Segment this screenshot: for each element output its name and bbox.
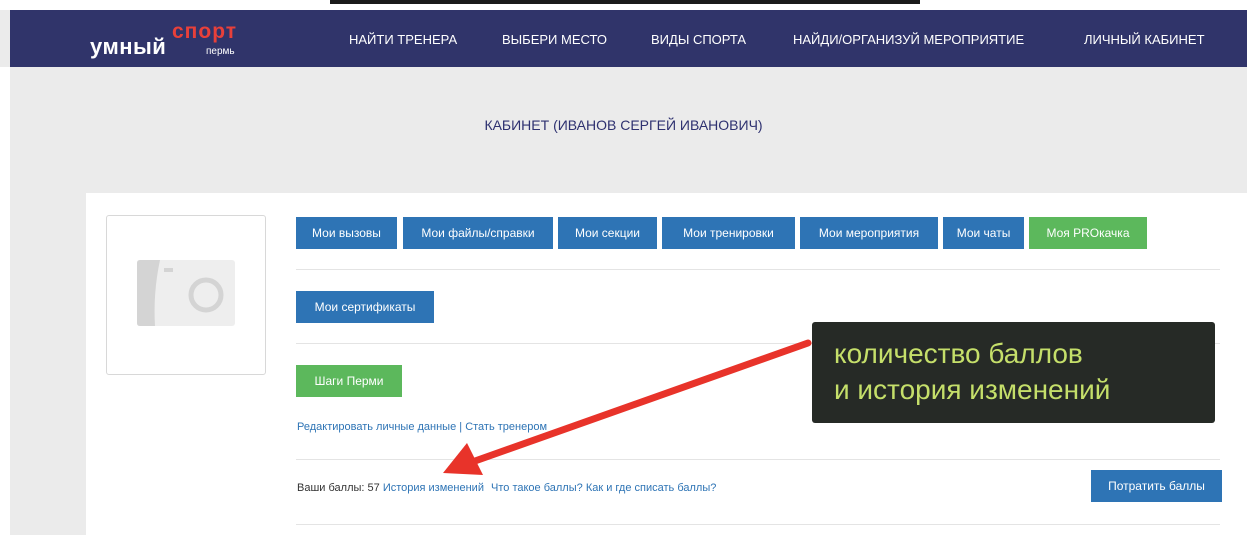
points-history-link[interactable]: История изменений: [383, 482, 484, 494]
tab-my-events[interactable]: Мои мероприятия: [800, 217, 938, 249]
tab-my-files[interactable]: Мои файлы/справки: [403, 217, 553, 249]
edit-personal-data-link[interactable]: Редактировать личные данные: [297, 421, 456, 433]
divider: [296, 524, 1220, 525]
nav-sports[interactable]: ВИДЫ СПОРТА: [651, 32, 746, 47]
annotation-callout: количество баллов и история изменений: [812, 322, 1215, 423]
tab-my-trainings[interactable]: Мои тренировки: [662, 217, 795, 249]
page-title: КАБИНЕТ (ИВАНОВ СЕРГЕЙ ИВАНОВИЧ): [484, 117, 763, 133]
how-to-spend-points-link[interactable]: Как и где списать баллы?: [586, 482, 717, 494]
callout-line-1: количество баллов: [834, 338, 1083, 369]
spend-points-button[interactable]: Потратить баллы: [1091, 470, 1222, 502]
divider: [296, 459, 1220, 460]
steps-of-perm-button[interactable]: Шаги Перми: [296, 365, 402, 397]
tab-my-chats[interactable]: Мои чаты: [943, 217, 1024, 249]
points-row: Ваши баллы: 57 История изменений Что так…: [297, 482, 716, 494]
callout-line-2: и история изменений: [834, 374, 1111, 405]
tab-my-prokachka[interactable]: Моя PROкачка: [1029, 217, 1147, 249]
nav-choose-place[interactable]: ВЫБЕРИ МЕСТО: [502, 32, 607, 47]
avatar[interactable]: [106, 215, 266, 375]
logo-word-umny: умный: [90, 34, 167, 59]
nav-events[interactable]: НАЙДИ/ОРГАНИЗУЙ МЕРОПРИЯТИЕ: [793, 32, 1024, 47]
certificates-button[interactable]: Мои сертификаты: [296, 291, 434, 323]
top-strip: [0, 0, 1247, 10]
edit-links-row: Редактировать личные данные | Стать трен…: [297, 421, 547, 433]
tab-my-calls[interactable]: Мои вызовы: [296, 217, 397, 249]
become-trainer-link[interactable]: Стать тренером: [465, 421, 547, 433]
nav-personal-account[interactable]: ЛИЧНЫЙ КАБИНЕТ: [1084, 32, 1205, 47]
points-label: Ваши баллы:: [297, 482, 365, 494]
logo[interactable]: спорт умный пермь: [90, 20, 250, 60]
top-strip-bar: [330, 0, 920, 4]
logo-city: пермь: [206, 46, 235, 57]
divider: [296, 269, 1220, 270]
nav-find-trainer[interactable]: НАЙТИ ТРЕНЕРА: [349, 32, 457, 47]
camera-icon: [137, 260, 235, 326]
tab-my-sections[interactable]: Мои секции: [558, 217, 657, 249]
points-value: 57: [367, 482, 380, 494]
what-are-points-link[interactable]: Что такое баллы?: [491, 482, 583, 494]
left-edge: [0, 67, 10, 535]
logo-word-sport: спорт: [172, 20, 238, 43]
links-separator: |: [459, 421, 463, 433]
navbar: спорт умный пермь НАЙТИ ТРЕНЕРА ВЫБЕРИ М…: [10, 10, 1247, 67]
